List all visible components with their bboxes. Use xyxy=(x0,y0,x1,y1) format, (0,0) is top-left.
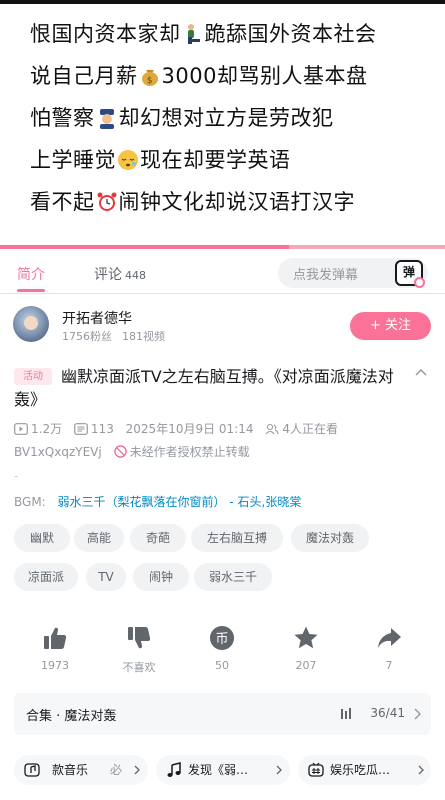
tv-hash-icon xyxy=(308,762,324,777)
dislike-label: 不喜欢 xyxy=(122,661,156,674)
thumbs-down-icon xyxy=(128,627,151,649)
related-chip-music[interactable]: 款音乐 必 xyxy=(14,755,148,785)
kneeling-person-icon xyxy=(187,24,200,44)
share-count: 7 xyxy=(385,659,393,672)
play-count-icon xyxy=(14,423,28,435)
caption-line-2: 说自己月薪 $3000却骂别人基本盘 xyxy=(30,64,368,88)
activity-badge[interactable]: 活动 xyxy=(14,368,52,385)
star-icon xyxy=(294,626,318,649)
tab-comments-label: 评论 xyxy=(94,267,122,283)
coin-button[interactable]: 币 50 xyxy=(194,625,250,672)
avatar[interactable] xyxy=(13,306,49,342)
danmu-count: 113 xyxy=(90,422,114,436)
watching-now: 4人正在看 xyxy=(282,422,338,436)
sleepy-face-icon xyxy=(118,150,138,170)
avatar-face xyxy=(24,316,38,330)
caption-line-4: 上学睡觉 现在却要学英语 xyxy=(30,148,291,172)
chevron-right-icon xyxy=(276,765,282,775)
tag-item[interactable]: 左右脑互搏 xyxy=(191,524,283,552)
caption-line-1: 恨国内资本家却 跪舔国外资本社会 xyxy=(30,22,377,46)
tag-item[interactable]: 奇葩 xyxy=(130,524,186,552)
tag-item[interactable]: 闹钟 xyxy=(133,563,189,591)
bgm-row: BGM: 弱水三千（梨花飘落在你窗前） - 石头,张晓棠 xyxy=(14,493,301,510)
video-player[interactable]: 恨国内资本家却 跪舔国外资本社会 说自己月薪 $3000却骂别人基本盘 怕警察 却幻想… xyxy=(0,0,445,245)
caption-line-5: 看不起 闹钟文化却说汉语打汉字 xyxy=(30,190,355,214)
alarm-clock-icon xyxy=(97,192,116,211)
tag-item[interactable]: 魔法对轰 xyxy=(291,524,369,552)
viewers-icon xyxy=(265,423,279,435)
related-chip-entertainment-label: 娱乐吃瓜… xyxy=(330,763,391,777)
share-button[interactable]: 7 xyxy=(361,625,417,672)
bgm-label: BGM: xyxy=(14,495,46,509)
tab-comments-count: 448 xyxy=(125,269,146,282)
video-id-row: BV1xQxqzYEVj 未经作者授权禁止转载 xyxy=(14,443,250,460)
like-count: 1973 xyxy=(41,659,69,672)
collection-title: 合集 · 魔法对轰 xyxy=(26,709,117,724)
favorite-count: 207 xyxy=(295,659,317,672)
tag-item[interactable]: 弱水三千 xyxy=(194,563,272,591)
author-name[interactable]: 开拓者德华 xyxy=(62,308,132,328)
tab-intro[interactable]: 简介 xyxy=(17,264,45,284)
playlist-bars-icon xyxy=(341,708,351,719)
copyright-notice: 未经作者授权禁止转载 xyxy=(129,445,250,459)
tab-active-indicator xyxy=(17,289,45,292)
chevron-right-icon xyxy=(418,765,424,775)
music-note-icon xyxy=(167,762,181,777)
svg-text:币: 币 xyxy=(215,632,228,647)
chevron-up-icon[interactable] xyxy=(414,366,428,380)
author-videos: 181视频 xyxy=(122,330,165,343)
svg-text:$: $ xyxy=(146,76,152,86)
video-title: 幽默凉面派TV之左右脑互搏。《对凉面派魔法对轰》 xyxy=(14,367,394,409)
tag-item[interactable]: 高能 xyxy=(74,524,124,552)
tag-item[interactable]: 幽默 xyxy=(14,524,70,552)
danmu-toggle-button[interactable]: 弹 xyxy=(395,260,425,288)
music-note-box-icon xyxy=(24,763,40,777)
chevron-right-icon xyxy=(134,765,140,775)
like-button[interactable]: 1973 xyxy=(27,625,83,672)
collection-bar[interactable]: 合集 · 魔法对轰 36/41 xyxy=(14,693,431,735)
no-repost-icon xyxy=(113,445,127,458)
chevron-right-icon xyxy=(414,708,421,720)
share-arrow-icon xyxy=(378,628,401,648)
police-officer-icon xyxy=(99,109,114,129)
bvid[interactable]: BV1xQxqzYEVj xyxy=(14,445,102,459)
tag-item[interactable]: TV xyxy=(86,563,126,591)
follow-button[interactable]: + 关注 xyxy=(350,312,431,340)
coin-icon: 币 xyxy=(210,626,234,650)
dislike-button[interactable]: 不喜欢 xyxy=(111,625,167,675)
related-chip-discover[interactable]: 发现《弱… xyxy=(156,755,290,785)
danmu-toggle-label: 弹 xyxy=(402,265,415,279)
favorite-button[interactable]: 207 xyxy=(278,625,334,672)
related-chip-entertainment[interactable]: 娱乐吃瓜… xyxy=(298,755,431,785)
coin-count: 50 xyxy=(215,659,229,672)
video-stats-row: 1.2万 113 2025年10月9日 01:14 4人正在看 xyxy=(14,420,338,437)
video-progress-bar[interactable] xyxy=(0,245,445,249)
danmu-placeholder: 点我发弹幕 xyxy=(293,268,359,283)
danmu-count-icon xyxy=(74,423,88,435)
caption-line-3: 怕警察 却幻想对立方是劳改犯 xyxy=(30,106,334,130)
author-stats: 1756粉丝 181视频 xyxy=(62,328,175,344)
money-bag-icon: $ xyxy=(141,70,158,86)
play-count: 1.2万 xyxy=(31,422,63,436)
video-top-edge xyxy=(0,0,445,4)
related-chip-discover-label: 发现《弱… xyxy=(188,763,249,777)
related-chip-music-label: 款音乐 xyxy=(52,763,89,777)
tag-item[interactable]: 凉面派 xyxy=(14,563,78,591)
related-chip-music-extra: 必 xyxy=(110,763,123,777)
thumbs-up-icon xyxy=(44,627,67,649)
bgm-track-link[interactable]: 弱水三千（梨花飘落在你窗前） - 石头,张晓棠 xyxy=(58,495,302,509)
author-fans: 1756粉丝 xyxy=(62,330,112,343)
tab-comments[interactable]: 评论 448 xyxy=(94,264,146,284)
collection-progress: 36/41 xyxy=(370,706,405,720)
publish-date: 2025年10月9日 01:14 xyxy=(125,422,254,436)
danmu-settings-dot xyxy=(414,277,425,288)
description-placeholder: - xyxy=(14,469,19,483)
video-progress-played xyxy=(0,245,290,249)
